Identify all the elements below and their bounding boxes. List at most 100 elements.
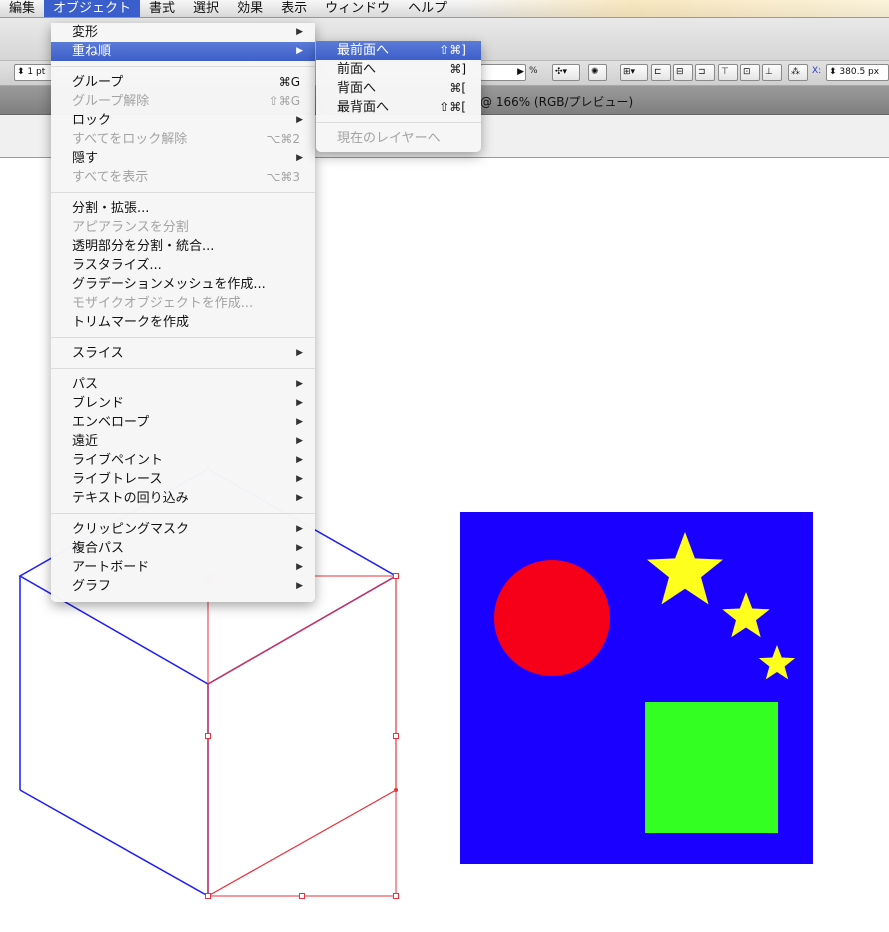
menu-effect[interactable]: 効果 bbox=[228, 0, 272, 17]
bounding-handle[interactable] bbox=[205, 893, 211, 899]
align-left-button[interactable]: ⊏ bbox=[651, 64, 671, 81]
arrange-submenu-item[interactable]: 最前面へ ⇧⌘] bbox=[316, 41, 481, 60]
selected-face[interactable] bbox=[205, 573, 399, 899]
object-menu-item-label: グラフ bbox=[72, 579, 112, 594]
menu-edit[interactable]: 編集 bbox=[0, 0, 44, 17]
isolate-button[interactable]: ✺ bbox=[588, 64, 607, 81]
arrange-submenu: 最前面へ ⇧⌘] 前面へ ⌘] 背面へ ⌘[最背面へ ⇧⌘[ 現在のレイヤーへ bbox=[316, 41, 481, 152]
object-menu-item[interactable]: 隠す ▶ bbox=[51, 149, 315, 168]
object-menu-item[interactable]: ライブトレース ▶ bbox=[51, 470, 315, 489]
align-bottom-button[interactable]: ⊥ bbox=[762, 64, 782, 81]
shortcut-label: ⌘G bbox=[278, 75, 300, 89]
cube-bottom-left-edge bbox=[19, 789, 209, 897]
reference-point-icon: ⁂ bbox=[791, 67, 800, 77]
object-menu-item[interactable]: ラスタライズ... bbox=[51, 256, 315, 275]
object-menu-item-label: すべてを表示 bbox=[72, 170, 149, 185]
bounding-handle[interactable] bbox=[393, 733, 399, 739]
object-menu-item-label: 分割・拡張... bbox=[72, 201, 150, 216]
object-menu-item[interactable]: 変形 ▶ bbox=[51, 23, 315, 42]
object-menu-item-label: モザイクオブジェクトを作成... bbox=[72, 296, 254, 311]
submenu-arrow-icon: ▶ bbox=[296, 455, 303, 465]
recolor-button[interactable]: ✣▾ bbox=[552, 64, 580, 81]
object-menu-item[interactable]: パス ▶ bbox=[51, 375, 315, 394]
object-menu-item-label: ブレンド bbox=[72, 396, 125, 411]
arrange-submenu-item-label: 現在のレイヤーへ bbox=[337, 131, 441, 146]
object-menu-item-label: ライブペイント bbox=[72, 453, 164, 468]
align-bottom-icon: ⊥ bbox=[765, 67, 773, 77]
object-menu-item: アピアランスを分割 bbox=[51, 218, 315, 237]
object-menu-item[interactable]: トリムマークを作成 bbox=[51, 313, 315, 332]
object-menu-item[interactable]: 遠近 ▶ bbox=[51, 432, 315, 451]
menubar: 編集 オブジェクト 書式 選択 効果 表示 ウィンドウ ヘルプ bbox=[0, 0, 889, 18]
stepper-icon: ⬍ bbox=[17, 67, 25, 77]
object-menu-item[interactable]: クリッピングマスク ▶ bbox=[51, 520, 315, 539]
object-menu-item[interactable]: スライス ▶ bbox=[51, 344, 315, 363]
arrange-submenu-item[interactable]: 背面へ ⌘[ bbox=[316, 79, 481, 98]
menu-view[interactable]: 表示 bbox=[272, 0, 316, 17]
align-to-button[interactable]: ⊞▾ bbox=[620, 64, 648, 81]
transform-reference-button[interactable]: ⁂ bbox=[788, 64, 808, 81]
bounding-handle[interactable] bbox=[393, 573, 399, 579]
gear-icon: ✺ bbox=[591, 67, 599, 77]
align-left-icon: ⊏ bbox=[654, 67, 662, 77]
arrange-submenu-item[interactable]: 最背面へ ⇧⌘[ bbox=[316, 98, 481, 117]
align-top-button[interactable]: ⊤ bbox=[718, 64, 738, 81]
stroke-weight-value: 1 pt bbox=[27, 67, 46, 77]
stepper-icon: ⬍ bbox=[829, 67, 837, 77]
submenu-arrow-icon: ▶ bbox=[296, 474, 303, 484]
object-menu-item-label: グラデーションメッシュを作成... bbox=[72, 277, 266, 292]
shortcut-label: ⇧⌘[ bbox=[439, 100, 466, 114]
object-menu-item-label: テキストの回り込み bbox=[72, 491, 189, 506]
x-position-value: 380.5 px bbox=[839, 67, 880, 77]
object-menu-separator bbox=[51, 513, 315, 514]
object-menu-item-label: 重ね順 bbox=[72, 44, 112, 59]
submenu-arrow-icon: ▶ bbox=[296, 27, 303, 37]
align-middle-button[interactable]: ⊡ bbox=[740, 64, 760, 81]
bounding-handle[interactable] bbox=[393, 893, 399, 899]
object-menu-item[interactable]: グラデーションメッシュを作成... bbox=[51, 275, 315, 294]
submenu-arrow-icon: ▶ bbox=[296, 153, 303, 163]
align-center-button[interactable]: ⊟ bbox=[673, 64, 693, 81]
menu-object[interactable]: オブジェクト bbox=[44, 0, 141, 17]
object-menu-item[interactable]: 分割・拡張... bbox=[51, 199, 315, 218]
menu-window[interactable]: ウィンドウ bbox=[316, 0, 399, 17]
object-menu-item[interactable]: グループ ⌘G bbox=[51, 73, 315, 92]
anchor-point[interactable] bbox=[394, 788, 398, 792]
bounding-handle[interactable] bbox=[205, 733, 211, 739]
align-right-icon: ⊐ bbox=[698, 67, 706, 77]
align-center-icon: ⊟ bbox=[676, 67, 684, 77]
object-menu-item[interactable]: テキストの回り込み ▶ bbox=[51, 489, 315, 508]
object-menu-item-label: パス bbox=[72, 377, 99, 392]
object-menu-item[interactable]: アートボード ▶ bbox=[51, 558, 315, 577]
object-menu-item[interactable]: 複合パス ▶ bbox=[51, 539, 315, 558]
red-circle[interactable] bbox=[494, 560, 610, 676]
object-menu-item[interactable]: ブレンド ▶ bbox=[51, 394, 315, 413]
bounding-handle[interactable] bbox=[299, 893, 305, 899]
object-menu-item: すべてを表示 ⌥⌘3 bbox=[51, 168, 315, 187]
object-menu-item[interactable]: グラフ ▶ bbox=[51, 577, 315, 596]
object-menu-separator bbox=[51, 192, 315, 193]
object-menu-item[interactable]: エンベロープ ▶ bbox=[51, 413, 315, 432]
document-title[interactable]: @ 166% (RGB/プレビュー) bbox=[480, 93, 633, 110]
object-menu-item-label: グループ解除 bbox=[72, 94, 150, 109]
green-rectangle[interactable] bbox=[645, 702, 778, 833]
selected-face-path bbox=[207, 574, 397, 898]
menu-type[interactable]: 書式 bbox=[140, 0, 184, 17]
menu-help[interactable]: ヘルプ bbox=[399, 0, 456, 17]
object-menu-item-label: 複合パス bbox=[72, 541, 125, 556]
align-right-button[interactable]: ⊐ bbox=[695, 64, 715, 81]
align-middle-icon: ⊡ bbox=[743, 67, 751, 77]
arrange-submenu-item-label: 背面へ bbox=[337, 81, 377, 96]
x-position-field[interactable]: ⬍ 380.5 px bbox=[826, 64, 889, 81]
opacity-field[interactable]: ▶ bbox=[480, 64, 526, 81]
menu-select[interactable]: 選択 bbox=[184, 0, 228, 17]
object-menu-item[interactable]: ロック ▶ bbox=[51, 111, 315, 130]
object-menu-item-label: ライブトレース bbox=[72, 472, 163, 487]
object-menu-item[interactable]: ライブペイント ▶ bbox=[51, 451, 315, 470]
object-menu-item[interactable]: 透明部分を分割・統合... bbox=[51, 237, 315, 256]
submenu-arrow-icon: ▶ bbox=[296, 524, 303, 534]
arrange-submenu-item[interactable]: 前面へ ⌘] bbox=[316, 60, 481, 79]
submenu-arrow-icon: ▶ bbox=[296, 543, 303, 553]
align-icon: ⊞▾ bbox=[623, 67, 636, 77]
object-menu-item[interactable]: 重ね順 ▶ bbox=[51, 42, 315, 61]
